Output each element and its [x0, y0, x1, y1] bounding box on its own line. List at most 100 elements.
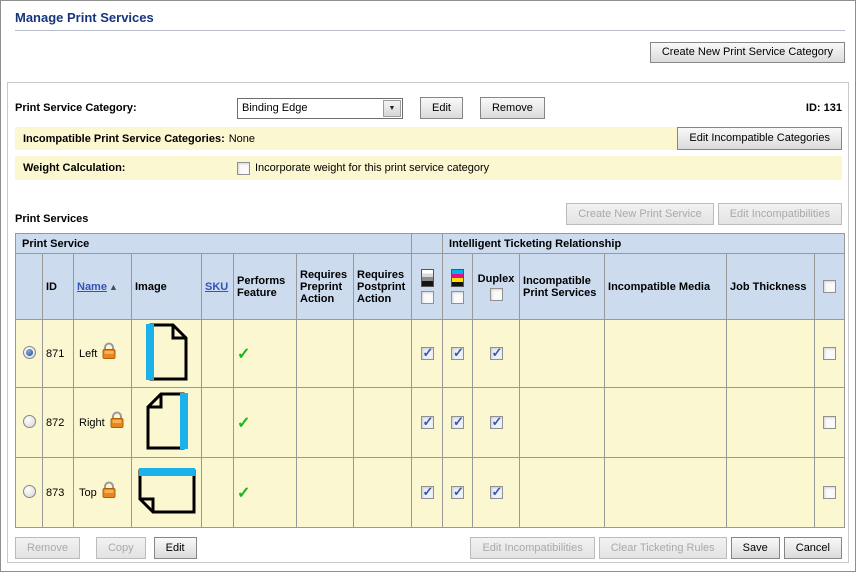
performs-feature-check-icon	[237, 344, 250, 364]
page-title: Manage Print Services	[15, 10, 841, 25]
duplex-column-header: Duplex	[473, 254, 520, 320]
row-id: 871	[43, 320, 74, 388]
row-incompatible-print-services	[520, 320, 605, 388]
row-requires-postprint	[354, 388, 412, 458]
create-print-service-button[interactable]: Create New Print Service	[566, 203, 714, 225]
grayscale-print-icon	[421, 269, 434, 287]
remove-button[interactable]: Remove	[15, 537, 80, 559]
edit-incompatibilities-button[interactable]: Edit Incompatibilities	[470, 537, 594, 559]
incompatible-categories-value: None	[229, 133, 255, 145]
row-grayscale-checkbox[interactable]	[421, 416, 434, 429]
color-print-icon	[451, 269, 464, 287]
row-incompatible-media	[605, 388, 727, 458]
incompatible-print-services-column-header: Incompatible Print Services	[520, 254, 605, 320]
duplex-select-all-checkbox[interactable]	[490, 288, 503, 301]
edit-incompatible-categories-button[interactable]: Edit Incompatible Categories	[677, 127, 842, 150]
row-duplex-checkbox[interactable]	[490, 486, 503, 499]
requires-preprint-column-header: Requires Preprint Action	[297, 254, 354, 320]
row-requires-postprint	[354, 458, 412, 528]
group-header-spacer	[412, 234, 443, 254]
print-services-table: Print Service Intelligent Ticketing Rela…	[15, 233, 845, 528]
performs-feature-check-icon	[237, 483, 250, 503]
grayscale-column-header	[412, 254, 443, 320]
incompatible-media-column-header: Incompatible Media	[605, 254, 727, 320]
row-duplex-checkbox[interactable]	[490, 416, 503, 429]
row-color-checkbox[interactable]	[451, 347, 464, 360]
row-job-thickness	[727, 320, 815, 388]
row-requires-preprint	[297, 388, 354, 458]
select-all-column-header	[815, 254, 845, 320]
row-name: Top	[79, 487, 97, 499]
lock-icon	[100, 341, 118, 360]
row-job-thickness	[727, 388, 815, 458]
cancel-button[interactable]: Cancel	[784, 537, 842, 559]
row-radio[interactable]	[23, 485, 36, 498]
weight-label: Weight Calculation:	[23, 162, 237, 174]
row-duplex-checkbox[interactable]	[490, 347, 503, 360]
row-radio[interactable]	[23, 346, 36, 359]
table-row: 871 Left	[16, 320, 845, 388]
sku-column-header: SKU	[202, 254, 234, 320]
row-color-checkbox[interactable]	[451, 486, 464, 499]
edit-button[interactable]: Edit	[154, 537, 197, 559]
group-header-ticketing: Intelligent Ticketing Relationship	[443, 234, 845, 254]
create-category-button[interactable]: Create New Print Service Category	[650, 42, 845, 63]
copy-button[interactable]: Copy	[96, 537, 146, 559]
row-grayscale-checkbox[interactable]	[421, 347, 434, 360]
save-button[interactable]: Save	[731, 537, 780, 559]
edit-incompatibilities-top-button[interactable]: Edit Incompatibilities	[718, 203, 842, 225]
requires-postprint-column-header: Requires Postprint Action	[354, 254, 412, 320]
category-select[interactable]: Binding Edge ▼	[237, 98, 403, 119]
sort-ascending-icon: ▲	[109, 282, 118, 292]
weight-calculation-band: Weight Calculation: Incorporate weight f…	[15, 156, 842, 180]
duplex-column-label: Duplex	[473, 273, 519, 285]
clear-ticketing-rules-button[interactable]: Clear Ticketing Rules	[599, 537, 727, 559]
job-thickness-column-header: Job Thickness	[727, 254, 815, 320]
image-column-header: Image	[132, 254, 202, 320]
row-incompatible-media	[605, 458, 727, 528]
table-row: 873 Top	[16, 458, 845, 528]
row-requires-postprint	[354, 320, 412, 388]
row-select-checkbox[interactable]	[823, 486, 836, 499]
sku-sort-link[interactable]: SKU	[205, 281, 228, 293]
lock-icon	[100, 480, 118, 499]
row-select-checkbox[interactable]	[823, 416, 836, 429]
row-requires-preprint	[297, 320, 354, 388]
print-services-title: Print Services	[15, 213, 88, 225]
category-selected-option: Binding Edge	[238, 102, 383, 114]
radio-column-header	[16, 254, 43, 320]
row-incompatible-print-services	[520, 388, 605, 458]
name-column-header: Name▲	[74, 254, 132, 320]
color-select-all-checkbox[interactable]	[451, 291, 464, 304]
row-job-thickness	[727, 458, 815, 528]
print-services-panel: Print Service Category: Binding Edge ▼ E…	[7, 82, 849, 563]
table-row: 872 Right	[16, 388, 845, 458]
category-edit-button[interactable]: Edit	[420, 97, 463, 119]
performs-feature-column-header: Performs Feature	[234, 254, 297, 320]
binding-right-edge-image	[145, 391, 189, 451]
name-sort-link[interactable]: Name	[77, 281, 107, 293]
row-sku	[202, 388, 234, 458]
weight-checkbox-label: Incorporate weight for this print servic…	[255, 162, 489, 174]
row-name: Left	[79, 348, 97, 360]
row-id: 873	[43, 458, 74, 528]
chevron-down-icon[interactable]: ▼	[383, 100, 401, 117]
row-radio[interactable]	[23, 415, 36, 428]
binding-top-edge-image	[136, 467, 198, 515]
performs-feature-check-icon	[237, 413, 250, 433]
title-divider	[15, 30, 845, 31]
row-select-checkbox[interactable]	[823, 347, 836, 360]
row-color-checkbox[interactable]	[451, 416, 464, 429]
select-all-checkbox[interactable]	[823, 280, 836, 293]
category-remove-button[interactable]: Remove	[480, 97, 545, 119]
row-requires-preprint	[297, 458, 354, 528]
binding-left-edge-image	[145, 322, 189, 382]
category-id: ID: 131	[806, 102, 842, 114]
group-header-print-service: Print Service	[16, 234, 412, 254]
id-column-header: ID	[43, 254, 74, 320]
grayscale-select-all-checkbox[interactable]	[421, 291, 434, 304]
row-grayscale-checkbox[interactable]	[421, 486, 434, 499]
incompatible-categories-label: Incompatible Print Service Categories:	[23, 133, 225, 145]
weight-checkbox[interactable]	[237, 162, 250, 175]
row-id: 872	[43, 388, 74, 458]
